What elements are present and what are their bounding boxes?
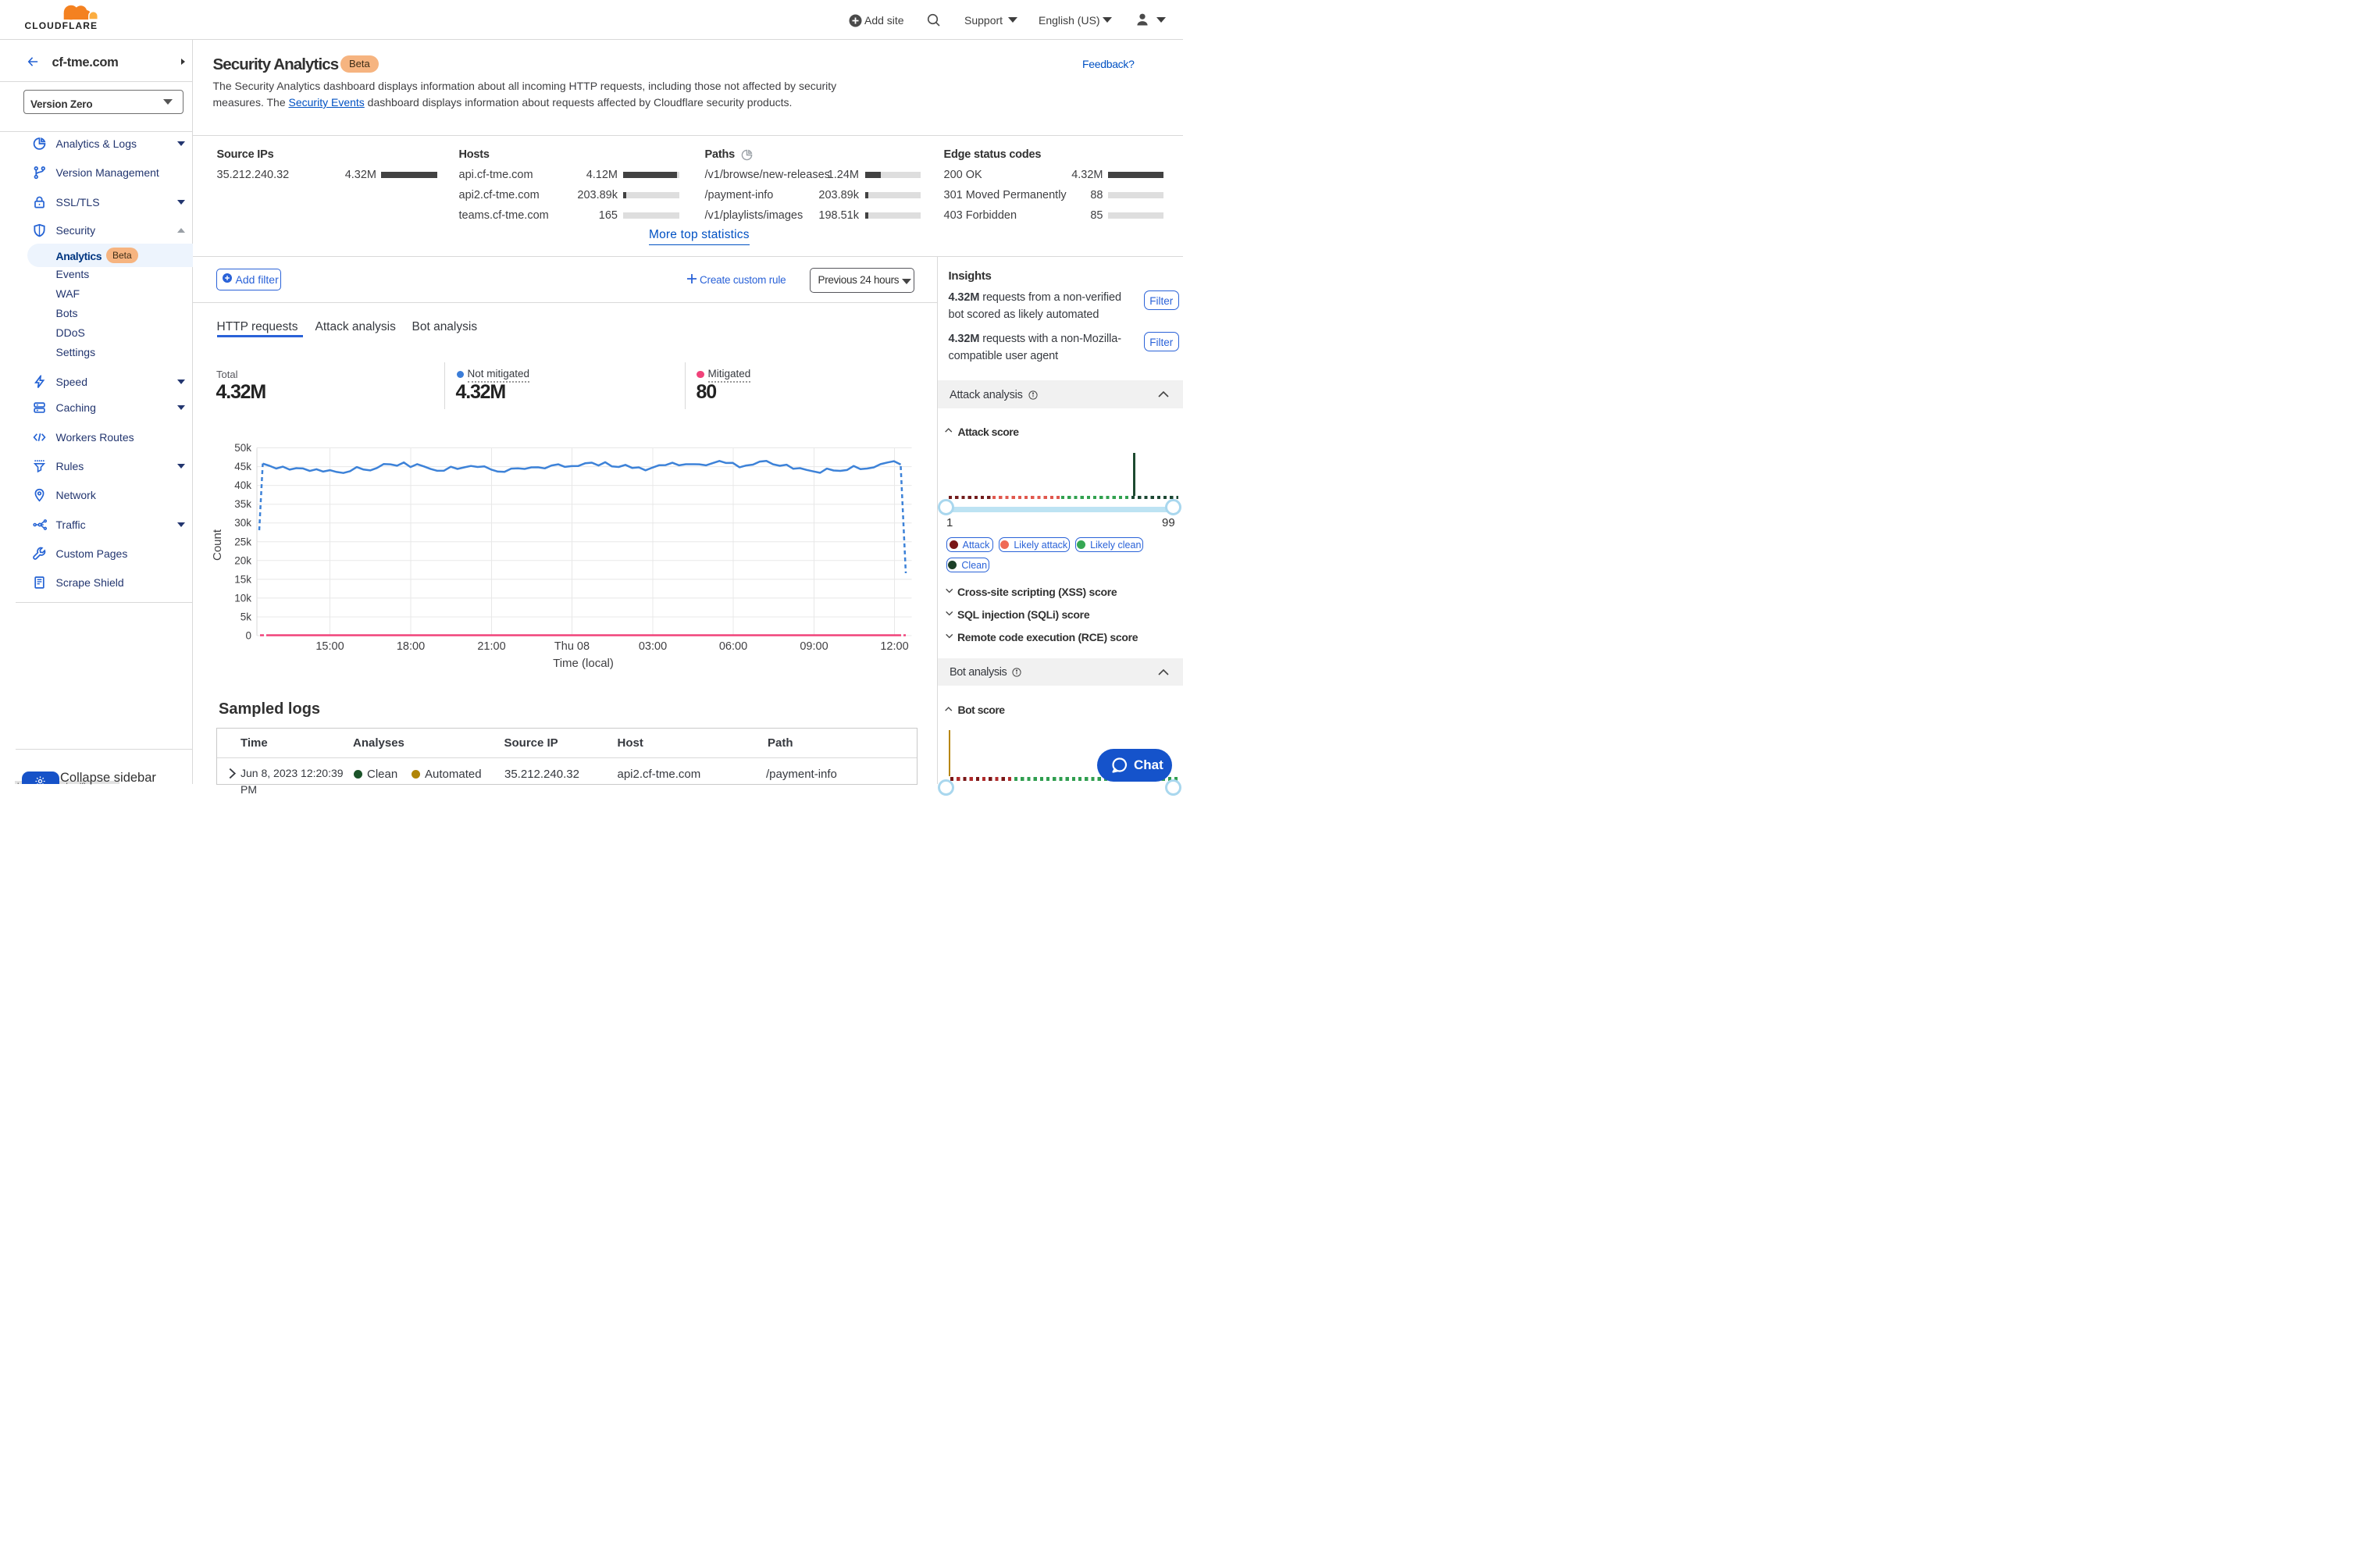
svg-text:15:00: 15:00 (315, 640, 344, 653)
svg-text:18:00: 18:00 (397, 640, 425, 653)
svg-text:15k: 15k (234, 573, 251, 585)
svg-text:30k: 30k (234, 517, 251, 529)
svg-text:Thu 08: Thu 08 (554, 640, 590, 653)
svg-text:50k: 50k (234, 442, 251, 454)
svg-text:5k: 5k (241, 611, 252, 623)
svg-text:03:00: 03:00 (639, 640, 667, 653)
svg-text:09:00: 09:00 (800, 640, 828, 653)
svg-text:Time (local): Time (local) (553, 657, 614, 670)
svg-text:40k: 40k (234, 479, 251, 491)
svg-text:45k: 45k (234, 461, 251, 472)
svg-text:35k: 35k (234, 498, 251, 510)
svg-text:25k: 25k (234, 536, 251, 547)
svg-text:12:00: 12:00 (880, 640, 908, 653)
svg-text:06:00: 06:00 (719, 640, 747, 653)
svg-text:0: 0 (245, 630, 251, 642)
svg-text:Count: Count (211, 529, 224, 561)
svg-text:21:00: 21:00 (477, 640, 505, 653)
svg-text:10k: 10k (234, 592, 251, 604)
svg-text:20k: 20k (234, 554, 251, 566)
